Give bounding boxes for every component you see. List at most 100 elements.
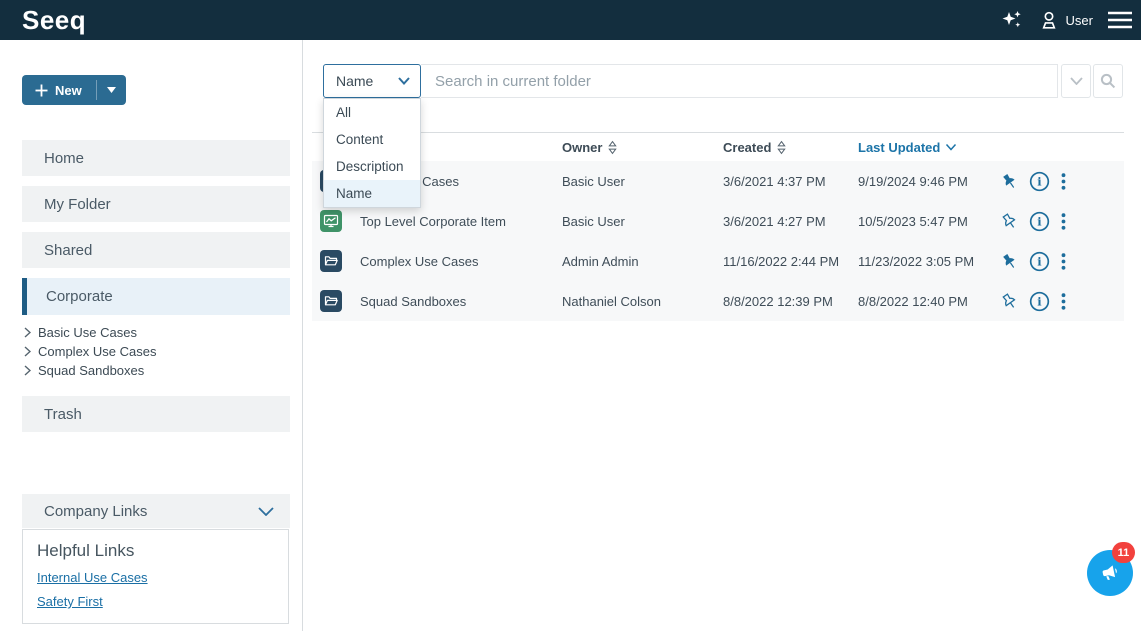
sidebar-item-my-folder[interactable]: My Folder <box>22 186 290 222</box>
info-icon[interactable]: i <box>1029 171 1050 192</box>
helpful-links-panel: Helpful Links Internal Use Cases Safety … <box>22 529 289 624</box>
pin-icon-outline[interactable] <box>1001 293 1018 310</box>
item-created: 3/6/2021 4:37 PM <box>723 174 858 189</box>
sidebar-item-trash[interactable]: Trash <box>22 396 290 432</box>
search-input[interactable] <box>421 64 1058 98</box>
new-button-caret[interactable] <box>97 75 126 105</box>
item-created: 11/16/2022 2:44 PM <box>723 254 858 269</box>
folder-icon <box>320 250 342 272</box>
info-icon[interactable]: i <box>1029 211 1050 232</box>
sidebar-item-corporate[interactable]: Corporate <box>22 278 290 315</box>
table-row[interactable]: Basic Use Cases Basic User 3/6/2021 4:37… <box>312 161 1124 201</box>
plus-icon <box>35 84 48 97</box>
tree-item-label: Complex Use Cases <box>38 344 157 359</box>
link-internal-use-cases[interactable]: Internal Use Cases <box>37 570 274 585</box>
new-button-main[interactable]: New <box>22 75 96 105</box>
table-row[interactable]: Top Level Corporate Item Basic User 3/6/… <box>312 201 1124 241</box>
sidebar-item-label: Corporate <box>46 288 113 305</box>
kebab-menu-icon[interactable] <box>1061 253 1066 270</box>
table-header-row: Owner Created Last Updated <box>312 132 1124 161</box>
search-filter-value: Name <box>336 73 373 89</box>
column-header-last-updated[interactable]: Last Updated <box>858 140 957 155</box>
kebab-menu-icon[interactable] <box>1061 213 1066 230</box>
filter-option-description[interactable]: Description <box>324 153 420 180</box>
sidebar: New Home My Folder Shared Corporate Basi… <box>0 40 303 631</box>
company-links-label: Company Links <box>44 503 147 520</box>
item-updated: 11/23/2022 3:05 PM <box>858 254 993 269</box>
company-links-header[interactable]: Company Links <box>22 494 290 528</box>
search-filter-dropdown[interactable]: Name <box>323 64 421 98</box>
svg-text:i: i <box>1037 294 1042 308</box>
item-owner: Basic User <box>562 214 723 229</box>
item-owner: Nathaniel Colson <box>562 294 723 309</box>
sort-desc-icon <box>945 143 957 151</box>
svg-text:i: i <box>1037 174 1042 188</box>
caret-down-icon <box>107 87 116 93</box>
sidebar-item-shared[interactable]: Shared <box>22 232 290 268</box>
user-label[interactable]: User <box>1066 13 1093 28</box>
seeq-logo[interactable]: Seeq <box>22 4 86 36</box>
helpful-links-title: Helpful Links <box>37 541 274 561</box>
topbar-actions: User <box>1000 0 1133 40</box>
tree-item-basic-use-cases[interactable]: Basic Use Cases <box>24 323 137 342</box>
filter-option-all[interactable]: All <box>324 99 420 126</box>
user-profile-icon[interactable] <box>1038 8 1060 32</box>
item-name[interactable]: Squad Sandboxes <box>360 294 562 309</box>
search-options-button[interactable] <box>1061 64 1091 98</box>
sidebar-item-label: My Folder <box>44 196 111 213</box>
item-owner: Admin Admin <box>562 254 723 269</box>
chevron-right-icon <box>24 365 31 376</box>
sort-both-icon <box>776 140 787 155</box>
column-label: Last Updated <box>858 140 940 155</box>
info-icon[interactable]: i <box>1029 251 1050 272</box>
chevron-down-icon <box>1070 77 1083 85</box>
search-filter-menu: All Content Description Name <box>323 98 421 208</box>
pin-icon-filled[interactable] <box>1001 253 1018 270</box>
sidebar-item-label: Shared <box>44 242 92 259</box>
pin-icon-filled[interactable] <box>1001 173 1018 190</box>
column-header-owner[interactable]: Owner <box>562 140 723 155</box>
ai-sparkles-icon[interactable] <box>1000 8 1024 32</box>
table-row[interactable]: Squad Sandboxes Nathaniel Colson 8/8/202… <box>312 281 1124 321</box>
new-button[interactable]: New <box>22 75 126 105</box>
sort-both-icon <box>607 140 618 155</box>
new-button-label: New <box>55 83 82 98</box>
column-label: Created <box>723 140 771 155</box>
kebab-menu-icon[interactable] <box>1061 293 1066 310</box>
column-label: Owner <box>562 140 602 155</box>
chevron-down-icon <box>398 77 410 85</box>
tree-item-complex-use-cases[interactable]: Complex Use Cases <box>24 342 157 361</box>
notification-badge: 11 <box>1112 542 1135 563</box>
item-name[interactable]: Complex Use Cases <box>360 254 562 269</box>
svg-text:i: i <box>1037 214 1042 228</box>
sidebar-item-label: Trash <box>44 406 82 423</box>
sidebar-item-home[interactable]: Home <box>22 140 290 176</box>
filter-option-name[interactable]: Name <box>324 180 420 207</box>
chevron-down-icon <box>258 507 274 516</box>
item-name[interactable]: Top Level Corporate Item <box>360 214 562 229</box>
search-icon <box>1100 73 1116 89</box>
item-updated: 8/8/2022 12:40 PM <box>858 294 993 309</box>
column-header-created[interactable]: Created <box>723 140 858 155</box>
kebab-menu-icon[interactable] <box>1061 173 1066 190</box>
chevron-right-icon <box>24 346 31 357</box>
search-submit-button[interactable] <box>1093 64 1123 98</box>
megaphone-icon <box>1097 560 1123 586</box>
chevron-right-icon <box>24 327 31 338</box>
tree-item-label: Squad Sandboxes <box>38 363 144 378</box>
table-row[interactable]: Complex Use Cases Admin Admin 11/16/2022… <box>312 241 1124 281</box>
hamburger-menu-icon[interactable] <box>1107 11 1133 29</box>
item-created: 8/8/2022 12:39 PM <box>723 294 858 309</box>
content-table: Owner Created Last Updated Basic Use Cas… <box>312 132 1124 321</box>
top-navbar: Seeq User <box>0 0 1141 40</box>
item-updated: 10/5/2023 5:47 PM <box>858 214 993 229</box>
svg-text:i: i <box>1037 254 1042 268</box>
tree-item-label: Basic Use Cases <box>38 325 137 340</box>
tree-item-squad-sandboxes[interactable]: Squad Sandboxes <box>24 361 144 380</box>
table-body: Basic Use Cases Basic User 3/6/2021 4:37… <box>312 161 1124 321</box>
filter-option-content[interactable]: Content <box>324 126 420 153</box>
pin-icon-outline[interactable] <box>1001 213 1018 230</box>
info-icon[interactable]: i <box>1029 291 1050 312</box>
app-window: Seeq User <box>0 0 1141 631</box>
link-safety-first[interactable]: Safety First <box>37 594 274 609</box>
